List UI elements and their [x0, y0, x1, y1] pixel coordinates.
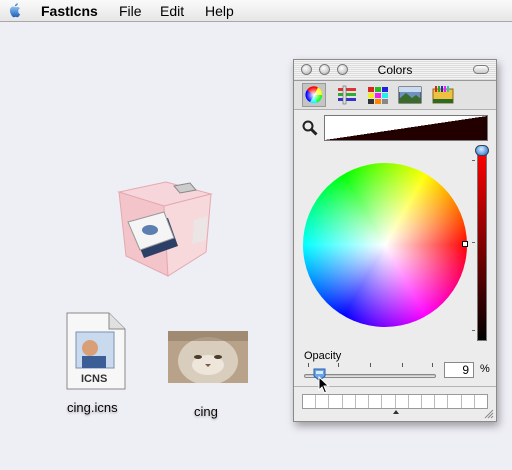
brightness-tick: [472, 242, 475, 243]
color-wheel-cursor[interactable]: [462, 241, 468, 247]
color-well[interactable]: [396, 395, 409, 408]
color-mode-toolbar: [294, 81, 496, 110]
opacity-tick: [370, 363, 371, 367]
opacity-tick: [308, 363, 309, 367]
opacity-tick: [432, 363, 433, 367]
color-well[interactable]: [435, 395, 449, 408]
menu-app-name[interactable]: FastIcns: [41, 3, 98, 19]
toolbar-toggle-button[interactable]: [473, 65, 489, 74]
icns-cube-icon[interactable]: [116, 180, 214, 280]
apple-logo-icon[interactable]: [7, 2, 23, 19]
brightness-tick: [472, 160, 475, 161]
color-well[interactable]: [303, 395, 317, 408]
brightness-slider-knob[interactable]: [475, 145, 489, 156]
brightness-tick: [472, 330, 475, 331]
opacity-field[interactable]: 9: [444, 362, 474, 378]
color-well[interactable]: [448, 395, 462, 408]
wells-drag-handle[interactable]: [393, 410, 399, 414]
opacity-tick: [338, 363, 339, 367]
color-well[interactable]: [343, 395, 356, 408]
cat-photo-icon[interactable]: [168, 331, 248, 383]
current-color-swatch[interactable]: [324, 115, 488, 141]
color-sliders-icon[interactable]: [335, 83, 359, 107]
magnifier-icon[interactable]: [302, 120, 318, 136]
color-well[interactable]: [316, 395, 330, 408]
color-wheel-icon[interactable]: [302, 83, 326, 107]
color-well[interactable]: [382, 395, 396, 408]
color-palettes-icon[interactable]: [366, 83, 390, 107]
color-well[interactable]: [475, 395, 487, 408]
mouse-pointer-icon: [318, 376, 330, 394]
panel-title: Colors: [377, 63, 413, 77]
crayons-icon[interactable]: [431, 83, 455, 107]
color-well[interactable]: [356, 395, 370, 408]
icns-badge: ICNS: [81, 373, 108, 385]
opacity-label: Opacity: [304, 350, 342, 362]
color-well[interactable]: [409, 395, 422, 408]
color-wheel[interactable]: [303, 163, 467, 327]
color-well[interactable]: [462, 395, 475, 408]
file-label-cing[interactable]: cing: [194, 404, 218, 419]
image-palettes-icon[interactable]: [398, 83, 422, 107]
brightness-slider[interactable]: [477, 150, 487, 341]
opacity-tick: [402, 363, 403, 367]
color-well[interactable]: [329, 395, 343, 408]
color-well[interactable]: [422, 395, 436, 408]
color-wells: [302, 394, 488, 409]
colors-titlebar[interactable]: Colors: [294, 60, 496, 81]
menu-file[interactable]: File: [119, 3, 142, 19]
file-label-cing-icns[interactable]: cing.icns: [67, 400, 118, 415]
resize-grip-icon[interactable]: [484, 409, 494, 419]
opacity-percent-label: %: [480, 363, 490, 375]
color-well[interactable]: [369, 395, 383, 408]
menu-help[interactable]: Help: [205, 3, 234, 19]
menu-bar: FastIcns File Edit Help: [0, 0, 512, 22]
colors-panel: Colors Opacity 9 %: [293, 59, 497, 422]
menu-edit[interactable]: Edit: [160, 3, 184, 19]
